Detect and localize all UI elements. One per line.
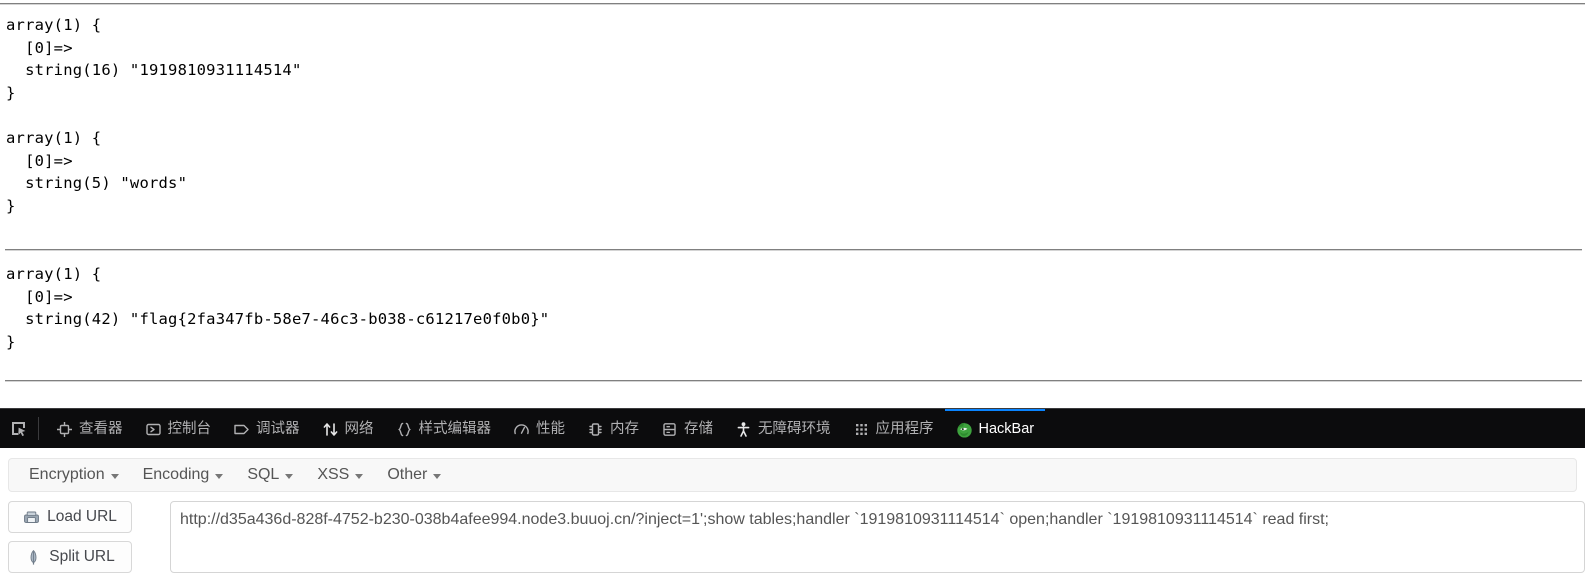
element-picker-button[interactable]	[0, 409, 36, 448]
hackbar-menu-label: Encryption	[29, 466, 105, 483]
page-output-area: array(1) { [0]=> string(16) "19198109311…	[0, 0, 1585, 408]
storage-icon	[661, 421, 678, 438]
devtools-tab-label: 查看器	[79, 421, 123, 438]
style-editor-icon	[396, 421, 413, 438]
network-icon	[322, 421, 339, 438]
split-url-icon	[25, 549, 42, 566]
chevron-down-icon	[355, 473, 364, 479]
hackbar-button-column: Load URL Split URL	[8, 501, 132, 573]
devtools-tab-hackbar[interactable]: HackBar	[944, 409, 1046, 448]
load-url-icon	[23, 509, 40, 526]
hackbar-menu-label: SQL	[247, 466, 280, 483]
split-url-button[interactable]: Split URL	[8, 541, 132, 573]
split-url-label: Split URL	[49, 548, 115, 565]
devtools-tab-network[interactable]: 网络	[311, 409, 385, 448]
accessibility-icon	[735, 421, 752, 438]
hackbar-menu-xss[interactable]: XSS	[305, 462, 375, 488]
hackbar-menu-encoding[interactable]: Encoding	[131, 462, 236, 488]
devtools-tab-application[interactable]: 应用程序	[842, 409, 945, 448]
devtools-tab-storage[interactable]: 存储	[650, 409, 724, 448]
hackbar-menubar: Encryption Encoding SQL XSS Other	[8, 458, 1577, 492]
debugger-icon	[233, 421, 250, 438]
hackbar-panel: Encryption Encoding SQL XSS Other Load U…	[0, 448, 1585, 578]
var-dump-block-2: array(1) { [0]=> string(5) "words" }	[6, 129, 188, 215]
hackbar-menu-label: Encoding	[142, 466, 210, 483]
hackbar-logo-icon	[956, 421, 973, 438]
devtools-tab-inspector[interactable]: 查看器	[45, 409, 134, 448]
url-input[interactable]	[170, 501, 1585, 573]
hackbar-menu-sql[interactable]: SQL	[235, 462, 305, 488]
memory-icon	[587, 421, 604, 438]
var-dump-block-1: array(1) { [0]=> string(16) "19198109311…	[6, 16, 302, 102]
devtools-tab-label: HackBar	[978, 421, 1035, 438]
hackbar-menu-label: Other	[387, 466, 428, 483]
chevron-down-icon	[433, 473, 442, 479]
devtools-tab-list: 查看器 控制台 调试器 网络 样式编辑器 性能 内存 存储 无障碍环境 应用程序…	[45, 409, 1585, 448]
devtools-tab-console[interactable]: 控制台	[134, 409, 223, 448]
chevron-down-icon	[110, 473, 119, 479]
inspector-icon	[56, 421, 73, 438]
devtools-tab-memory[interactable]: 内存	[576, 409, 650, 448]
console-icon	[145, 421, 162, 438]
devtools-tab-style-editor[interactable]: 样式编辑器	[385, 409, 503, 448]
hackbar-menu-label: XSS	[317, 466, 350, 483]
devtools-tab-toolbar: 查看器 控制台 调试器 网络 样式编辑器 性能 内存 存储 无障碍环境 应用程序…	[0, 408, 1585, 448]
chevron-down-icon	[215, 473, 224, 479]
load-url-button[interactable]: Load URL	[8, 501, 132, 533]
devtools-tab-debugger[interactable]: 调试器	[222, 409, 311, 448]
divider-after-block-3	[5, 380, 1582, 382]
hackbar-body: Load URL Split URL	[0, 492, 1585, 578]
chevron-down-icon	[285, 473, 294, 479]
devtools-tab-label: 应用程序	[875, 421, 934, 438]
devtools-tab-label: 网络	[344, 421, 374, 438]
devtools-tab-label: 无障碍环境	[758, 421, 831, 438]
devtools-tab-label: 性能	[536, 421, 565, 438]
application-icon	[853, 421, 870, 438]
hackbar-url-field-wrapper	[170, 501, 1585, 578]
devtools-tab-label: 内存	[610, 421, 639, 438]
hackbar-menu-encryption[interactable]: Encryption	[17, 462, 131, 488]
performance-icon	[513, 421, 530, 438]
devtools-tab-performance[interactable]: 性能	[502, 409, 576, 448]
devtools-tab-accessibility[interactable]: 无障碍环境	[724, 409, 842, 448]
element-picker-icon	[10, 420, 27, 437]
hackbar-menu-other[interactable]: Other	[375, 462, 453, 488]
devtools-toolbox: 查看器 控制台 调试器 网络 样式编辑器 性能 内存 存储 无障碍环境 应用程序…	[0, 408, 1585, 578]
devtools-tab-label: 控制台	[167, 421, 212, 438]
toolbar-separator	[38, 417, 39, 440]
load-url-label: Load URL	[47, 508, 117, 525]
devtools-tab-label: 调试器	[256, 421, 300, 438]
devtools-tab-label: 样式编辑器	[418, 421, 492, 438]
var-dump-block-3: array(1) { [0]=> string(42) "flag{2fa347…	[6, 265, 550, 351]
devtools-tab-label: 存储	[684, 421, 713, 438]
